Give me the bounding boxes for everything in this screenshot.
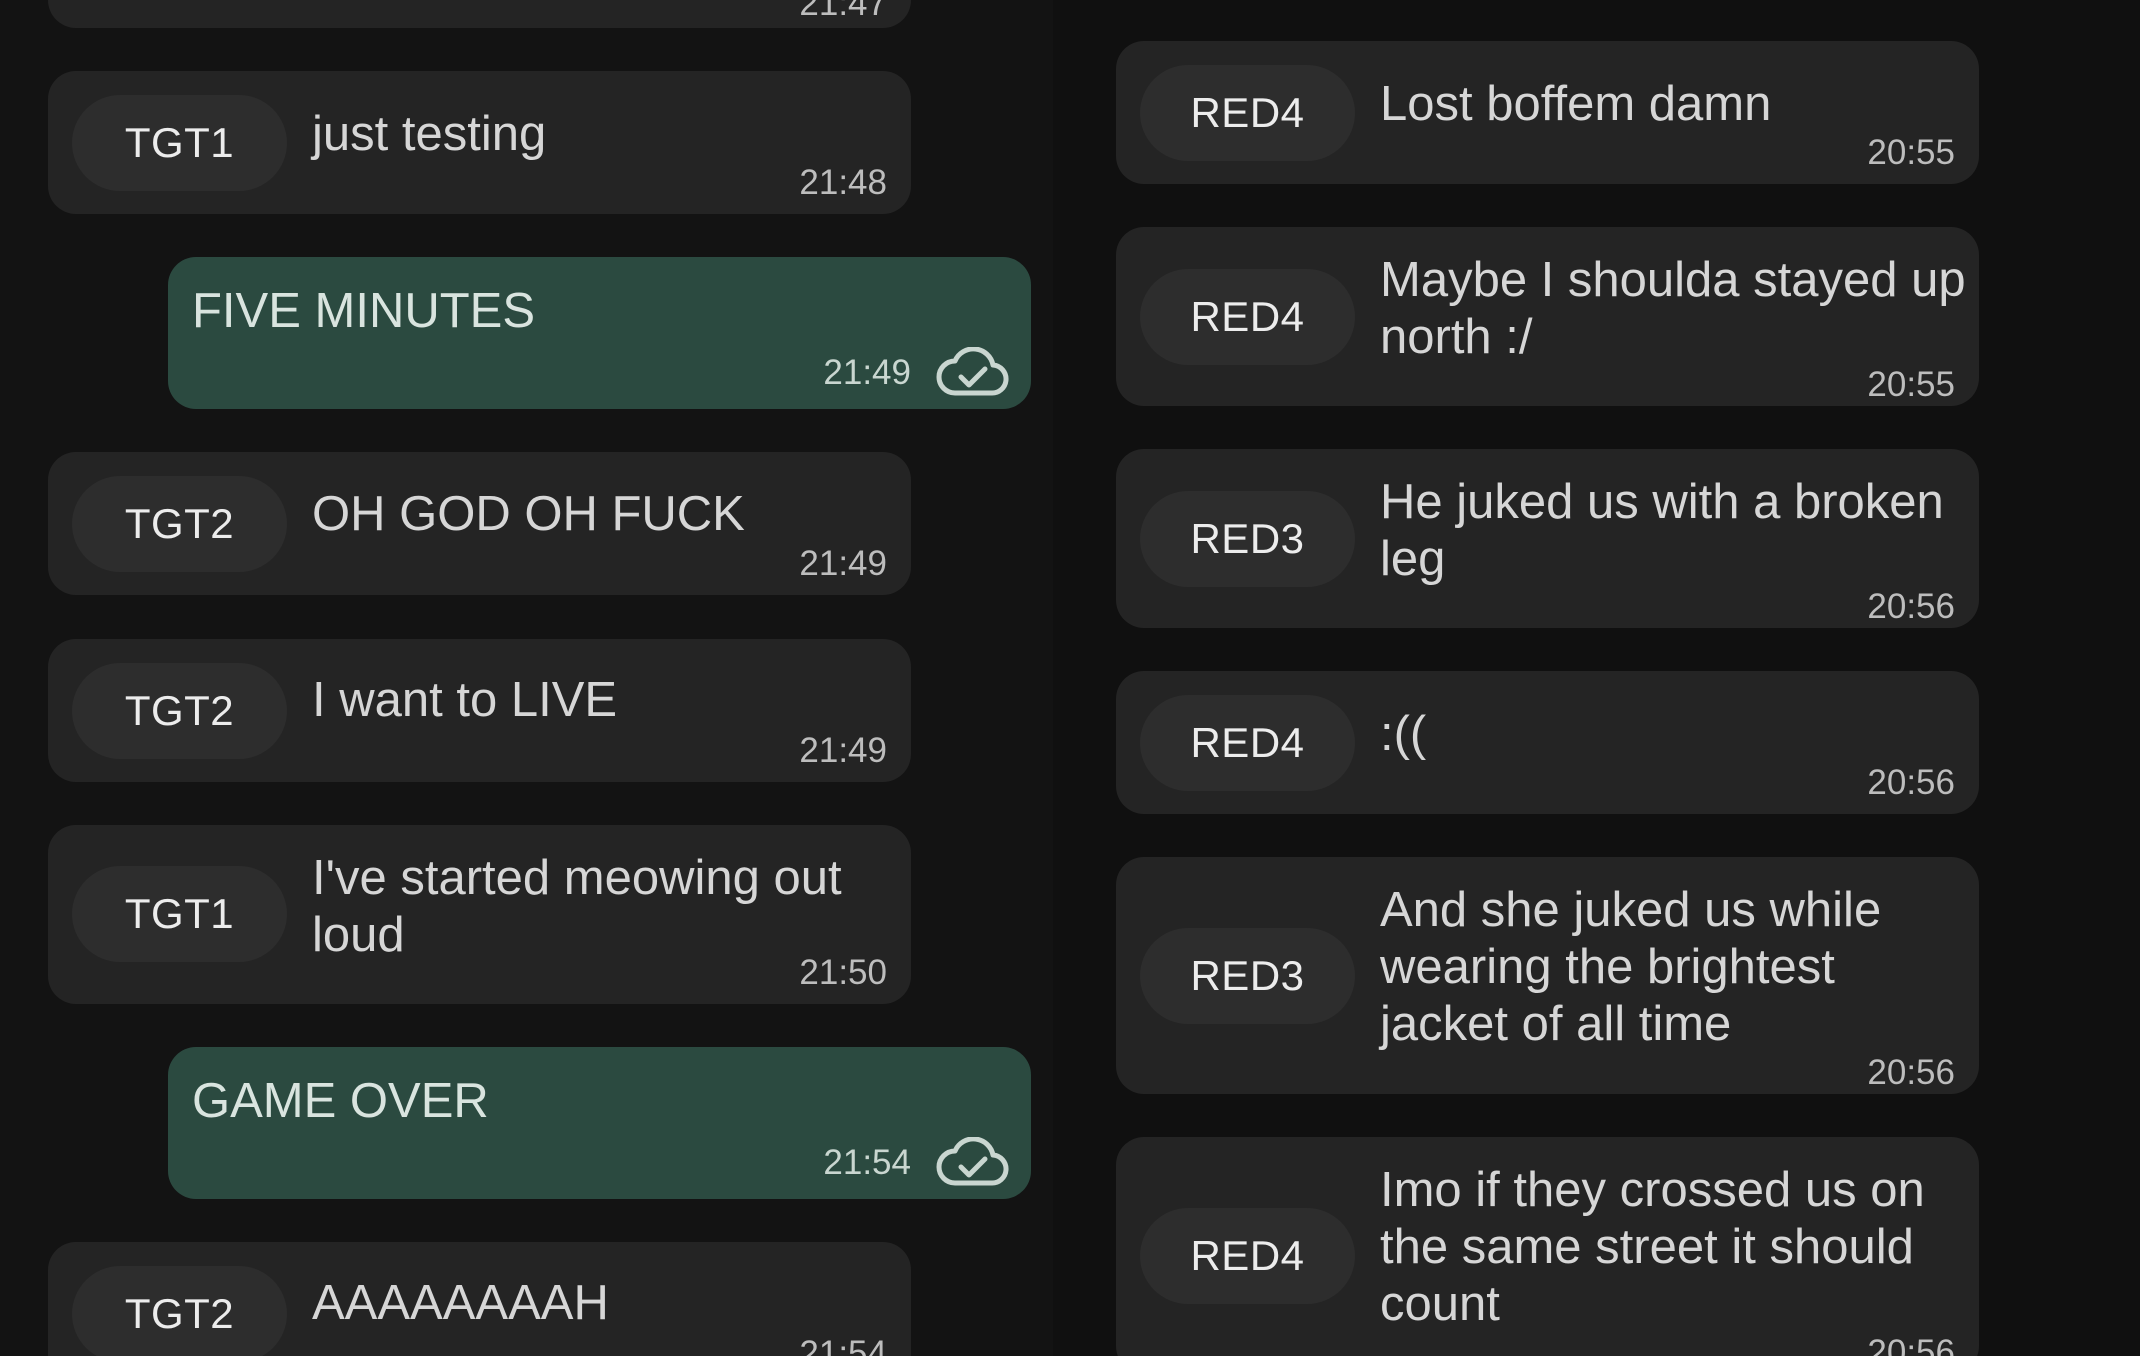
message-time: 21:54 (823, 1143, 911, 1182)
message-text: Imo if they crossed us on the same stree… (1380, 1163, 1925, 1331)
sender-chip[interactable]: RED4 (1140, 1208, 1355, 1304)
message-time: 21:47 (799, 0, 887, 23)
message-text: just testing (312, 107, 547, 161)
chat-column-left[interactable]: 21:47 TGT1 just testing 21:48 FIVE MINUT… (0, 0, 1053, 1356)
sender-chip[interactable]: TGT2 (72, 663, 287, 759)
message-bubble[interactable]: 21:47 (48, 0, 911, 28)
message-bubble[interactable]: RED4 :(( 20:56 (1116, 671, 1979, 814)
message-text: FIVE MINUTES (192, 284, 536, 338)
message-bubble[interactable]: TGT1 just testing 21:48 (48, 71, 911, 214)
message-time: 20:56 (1867, 1053, 1955, 1092)
sender-chip[interactable]: TGT1 (72, 866, 287, 962)
own-message-bubble[interactable]: GAME OVER 21:54 (168, 1047, 1031, 1199)
chat-column-right[interactable]: RED4 Lost boffem damn 20:55 RED4 Maybe I… (1053, 0, 2140, 1356)
message-time: 21:49 (799, 544, 887, 583)
message-text: AAAAAAAAH (312, 1276, 609, 1330)
message-time: 21:50 (799, 953, 887, 992)
message-bubble[interactable]: TGT1 I've started meowing out loud 21:50 (48, 825, 911, 1004)
message-time: 20:56 (1867, 763, 1955, 802)
message-time: 21:49 (799, 731, 887, 770)
message-time: 20:55 (1867, 365, 1955, 404)
own-message-bubble[interactable]: FIVE MINUTES 21:49 (168, 257, 1031, 409)
message-bubble[interactable]: RED3 He juked us with a broken leg 20:56 (1116, 449, 1979, 628)
cloud-check-icon (936, 1137, 1009, 1186)
sender-chip[interactable]: RED3 (1140, 928, 1355, 1024)
sender-chip[interactable]: TGT2 (72, 1266, 287, 1356)
message-time: 21:48 (799, 163, 887, 202)
chat-screen: 21:47 TGT1 just testing 21:48 FIVE MINUT… (0, 0, 2140, 1356)
sender-chip[interactable]: RED4 (1140, 269, 1355, 365)
message-text: GAME OVER (192, 1074, 489, 1128)
sender-chip[interactable]: TGT2 (72, 476, 287, 572)
message-text: And she juked us while wearing the brigh… (1380, 883, 1882, 1051)
message-bubble[interactable]: TGT2 AAAAAAAAH 21:54 (48, 1242, 911, 1356)
message-time: 20:56 (1867, 587, 1955, 626)
message-text: I want to LIVE (312, 673, 618, 727)
message-text: Lost boffem damn (1380, 77, 1772, 131)
message-time: 21:49 (823, 353, 911, 392)
message-bubble[interactable]: TGT2 I want to LIVE 21:49 (48, 639, 911, 782)
sender-chip[interactable]: RED4 (1140, 65, 1355, 161)
sender-chip[interactable]: TGT1 (72, 95, 287, 191)
message-time: 21:54 (799, 1334, 887, 1356)
message-bubble[interactable]: RED3 And she juked us while wearing the … (1116, 857, 1979, 1094)
message-bubble[interactable]: TGT2 OH GOD OH FUCK 21:49 (48, 452, 911, 595)
sender-chip[interactable]: RED3 (1140, 491, 1355, 587)
message-bubble[interactable]: RED4 Imo if they crossed us on the same … (1116, 1137, 1979, 1356)
message-bubble[interactable]: RED4 Maybe I shoulda stayed up north :/ … (1116, 227, 1979, 406)
message-text: I've started meowing out loud (312, 851, 842, 962)
message-text: He juked us with a broken leg (1380, 475, 1944, 586)
sender-chip[interactable]: RED4 (1140, 695, 1355, 791)
message-bubble[interactable]: RED4 Lost boffem damn 20:55 (1116, 41, 1979, 184)
cloud-check-icon (936, 347, 1009, 396)
message-text: Maybe I shoulda stayed up north :/ (1380, 253, 1966, 364)
message-time: 20:55 (1867, 133, 1955, 172)
message-time: 20:56 (1867, 1333, 1955, 1356)
message-text: :(( (1380, 707, 1427, 761)
message-text: OH GOD OH FUCK (312, 487, 745, 541)
